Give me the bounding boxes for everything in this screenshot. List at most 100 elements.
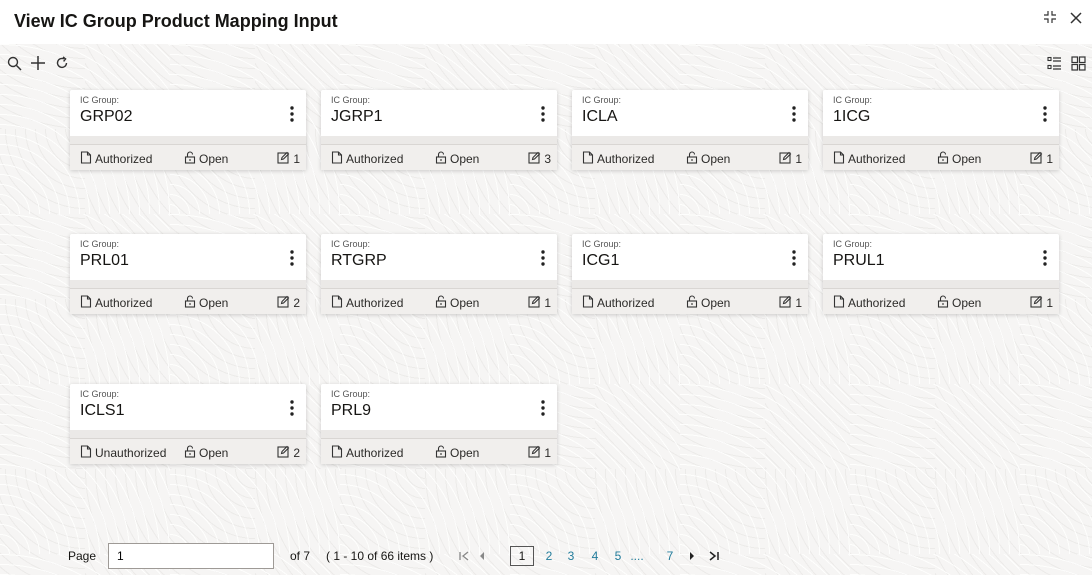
unlock-icon <box>435 445 447 461</box>
card-footer: Authorized Open 1 <box>70 144 306 170</box>
card-header: IC Group: RTGRP <box>321 234 557 280</box>
document-icon <box>582 295 594 311</box>
page-number[interactable]: .... <box>630 546 644 566</box>
auth-status-text: Authorized <box>848 296 906 310</box>
pagination: Page of 7 ( 1 - 10 of 66 items ) 12345..… <box>0 541 800 571</box>
view-toggle <box>1046 54 1086 72</box>
page-input[interactable] <box>108 543 274 569</box>
version-count-text: 3 <box>544 152 551 166</box>
more-options-icon[interactable] <box>1039 248 1051 268</box>
page-number[interactable]: 3 <box>564 546 578 566</box>
version-count-text: 2 <box>293 296 300 310</box>
version-count-text: 2 <box>293 446 300 460</box>
more-options-icon[interactable] <box>537 104 549 124</box>
lock-status: Open <box>937 295 981 311</box>
unlock-icon <box>937 151 949 167</box>
ic-group-value: PRL9 <box>331 402 372 419</box>
ic-group-card[interactable]: IC Group: PRUL1 Authorized Open 1 <box>823 234 1059 314</box>
add-icon[interactable] <box>30 54 46 72</box>
edit-icon <box>1030 295 1043 311</box>
version-count-text: 1 <box>1046 152 1053 166</box>
lock-status: Open <box>184 151 228 167</box>
auth-status-text: Authorized <box>597 296 655 310</box>
maximize-icon[interactable] <box>1042 10 1058 30</box>
ic-group-card[interactable]: IC Group: PRL01 Authorized Open 2 <box>70 234 306 314</box>
version-count-text: 1 <box>1046 296 1053 310</box>
close-icon[interactable] <box>1068 10 1084 30</box>
auth-status: Authorized <box>80 295 152 311</box>
ic-group-card[interactable]: IC Group: RTGRP Authorized Open 1 <box>321 234 557 314</box>
page-number[interactable]: 1 <box>510 546 534 566</box>
unlock-icon <box>435 295 447 311</box>
previous-page-icon[interactable] <box>478 546 486 566</box>
ic-group-card[interactable]: IC Group: ICLS1 Unauthorized Open 2 <box>70 384 306 464</box>
document-icon <box>331 295 343 311</box>
unlock-icon <box>184 295 196 311</box>
ic-group-label: IC Group: <box>331 239 371 249</box>
ic-group-card[interactable]: IC Group: JGRP1 Authorized Open 3 <box>321 90 557 170</box>
search-icon[interactable] <box>6 54 22 72</box>
title-bar: View IC Group Product Mapping Input <box>0 0 1092 44</box>
more-options-icon[interactable] <box>788 248 800 268</box>
page-number[interactable]: 2 <box>542 546 556 566</box>
card-footer: Unauthorized Open 2 <box>70 438 306 464</box>
ic-group-label: IC Group: <box>331 389 371 399</box>
card-divider <box>572 280 808 288</box>
card-divider <box>321 136 557 144</box>
auth-status: Authorized <box>80 151 152 167</box>
card-divider <box>823 280 1059 288</box>
ic-group-value: ICLA <box>582 108 618 125</box>
more-options-icon[interactable] <box>286 104 298 124</box>
unlock-icon <box>184 151 196 167</box>
lock-status-text: Open <box>450 296 480 310</box>
ic-group-label: IC Group: <box>833 95 873 105</box>
page-number[interactable]: 5 <box>611 546 625 566</box>
list-view-icon[interactable] <box>1046 54 1062 72</box>
auth-status: Authorized <box>331 445 403 461</box>
version-count: 1 <box>528 445 551 461</box>
lock-status-text: Open <box>199 446 229 460</box>
card-divider <box>823 136 1059 144</box>
more-options-icon[interactable] <box>286 248 298 268</box>
ic-group-label: IC Group: <box>80 95 120 105</box>
document-icon <box>80 151 92 167</box>
first-page-icon[interactable] <box>458 546 470 566</box>
card-header: IC Group: ICLA <box>572 90 808 136</box>
version-count-text: 1 <box>795 296 802 310</box>
auth-status: Authorized <box>582 151 654 167</box>
last-page-icon[interactable] <box>708 546 720 566</box>
ic-group-label: IC Group: <box>80 389 120 399</box>
ic-group-card[interactable]: IC Group: GRP02 Authorized Open 1 <box>70 90 306 170</box>
card-header: IC Group: GRP02 <box>70 90 306 136</box>
more-options-icon[interactable] <box>1039 104 1051 124</box>
next-page-icon[interactable] <box>688 546 696 566</box>
lock-status: Open <box>184 445 228 461</box>
more-options-icon[interactable] <box>537 248 549 268</box>
lock-status-text: Open <box>952 296 982 310</box>
more-options-icon[interactable] <box>537 398 549 418</box>
auth-status: Unauthorized <box>80 445 166 461</box>
version-count: 1 <box>1030 151 1053 167</box>
card-footer: Authorized Open 3 <box>321 144 557 170</box>
lock-status-text: Open <box>450 152 480 166</box>
document-icon <box>331 445 343 461</box>
version-count: 1 <box>528 295 551 311</box>
more-options-icon[interactable] <box>788 104 800 124</box>
auth-status: Authorized <box>582 295 654 311</box>
page-number[interactable]: 7 <box>663 546 677 566</box>
auth-status-text: Authorized <box>346 296 404 310</box>
ic-group-card[interactable]: IC Group: PRL9 Authorized Open 1 <box>321 384 557 464</box>
ic-group-card[interactable]: IC Group: 1ICG Authorized Open 1 <box>823 90 1059 170</box>
refresh-icon[interactable] <box>54 54 70 72</box>
tile-view-icon[interactable] <box>1070 54 1086 72</box>
ic-group-card[interactable]: IC Group: ICG1 Authorized Open 1 <box>572 234 808 314</box>
auth-status-text: Authorized <box>597 152 655 166</box>
version-count: 3 <box>528 151 551 167</box>
ic-group-label: IC Group: <box>80 239 120 249</box>
lock-status-text: Open <box>952 152 982 166</box>
ic-group-card[interactable]: IC Group: ICLA Authorized Open 1 <box>572 90 808 170</box>
card-header: IC Group: PRL9 <box>321 384 557 430</box>
more-options-icon[interactable] <box>286 398 298 418</box>
lock-status: Open <box>686 295 730 311</box>
page-number[interactable]: 4 <box>588 546 602 566</box>
